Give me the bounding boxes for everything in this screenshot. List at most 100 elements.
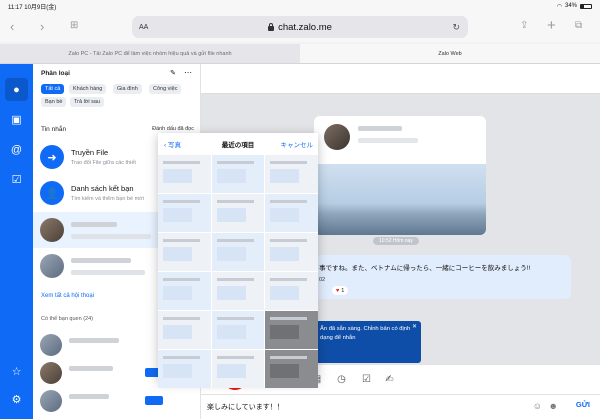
reader-options-button[interactable]: AA xyxy=(139,24,148,31)
draw-icon[interactable]: ✍ xyxy=(384,374,395,385)
star-icon[interactable]: ☆ xyxy=(5,360,28,383)
avatar xyxy=(40,362,62,384)
photo-thumbnail[interactable] xyxy=(265,311,318,349)
friend-list-avatar-icon: 👤 xyxy=(40,181,64,205)
photo-thumbnail[interactable] xyxy=(158,194,211,232)
reminder-icon[interactable]: ◷ xyxy=(336,374,347,385)
picker-back-button[interactable]: ‹ 写真 xyxy=(164,139,181,149)
tab-zalo-pc[interactable]: Zalo PC - Tải Zalo PC để làm việc nhóm h… xyxy=(0,44,300,63)
share-icon[interactable]: ⇪ xyxy=(520,21,528,31)
photo-thumbnail[interactable] xyxy=(211,194,265,232)
avatar xyxy=(324,124,350,150)
status-bar: 11:17 10月9日(金) ◠ 34% xyxy=(0,0,600,12)
message-input[interactable]: 楽しみにしています！！ xyxy=(207,402,284,412)
reaction-badge[interactable]: ♥ 1 xyxy=(332,286,349,295)
photo-thumbnail[interactable] xyxy=(211,272,265,310)
file-transfer-avatar-icon: ➜ xyxy=(40,145,64,169)
messages-title: Tin nhắn xyxy=(41,126,67,133)
blurred-preview xyxy=(71,270,145,275)
tabs-overview-icon[interactable]: ⧉ xyxy=(575,21,582,31)
lock-icon xyxy=(268,22,275,31)
tab-zalo-web[interactable]: Zalo Web xyxy=(300,44,600,63)
blurred-name xyxy=(71,222,117,227)
blurred-caption xyxy=(358,138,418,143)
heart-icon: ♥ xyxy=(336,287,340,294)
chip-family[interactable]: Gia đình xyxy=(113,84,142,94)
blurred-preview xyxy=(71,234,151,239)
photo-thumbnail[interactable] xyxy=(265,194,318,232)
contacts-icon[interactable]: ▣ xyxy=(5,108,28,131)
bookmarks-icon[interactable]: ⊞ xyxy=(70,21,78,31)
avatar xyxy=(40,218,64,242)
shared-photo[interactable] xyxy=(314,164,486,235)
back-icon[interactable]: ‹ xyxy=(10,20,14,33)
message-time: 02 xyxy=(319,277,326,283)
status-time: 11:17 10月9日(金) xyxy=(8,4,57,11)
chat-header xyxy=(201,64,600,94)
address-bar[interactable]: AA chat.zalo.me ↻ xyxy=(132,16,468,38)
chip-all[interactable]: Tất cả xyxy=(41,84,65,94)
browser-tabs: Zalo PC - Tải Zalo PC để làm việc nhóm h… xyxy=(0,44,600,64)
emoji-icon[interactable]: ☻ xyxy=(549,401,558,411)
send-button[interactable]: GỬI xyxy=(576,400,590,409)
category-title: Phân loại xyxy=(41,70,70,77)
close-icon[interactable]: ✕ xyxy=(412,323,417,332)
photo-thumbnail[interactable] xyxy=(211,350,265,388)
tooltip-popup: Ấn đã sẵn sàng. Chỉnh bản có định dạng đ… xyxy=(314,321,421,363)
picker-cancel-button[interactable]: キャンセル xyxy=(281,139,314,149)
message-bubble[interactable]: 事ですね。また、ベトナムに帰ったら、一緒にコーヒーを飲みましょう!! 02 ♥ 1 xyxy=(314,255,571,299)
photo-thumbnail[interactable] xyxy=(265,350,318,388)
photo-thumbnail[interactable] xyxy=(158,272,211,310)
conversation-preview: Tìm kiếm và thêm bạn bè mới xyxy=(71,196,144,202)
blurred-name xyxy=(71,258,131,263)
picker-header: 最近の項目 ‹ 写真 キャンセル xyxy=(158,133,318,155)
reload-icon[interactable]: ↻ xyxy=(452,22,460,33)
conversation-name: Truyền File xyxy=(71,148,109,157)
photo-thumbnail[interactable] xyxy=(265,155,318,193)
avatar xyxy=(40,254,64,278)
mark-read-link[interactable]: Đánh dấu đã đọc xyxy=(152,126,194,132)
emoji-icon[interactable]: ☺ xyxy=(533,401,542,411)
mention-icon[interactable]: @ xyxy=(5,138,28,161)
shared-post-card[interactable] xyxy=(314,116,486,235)
blurred-name xyxy=(358,126,402,131)
nav-rail: ● ▣ @ ☑ ☆ ⚙ xyxy=(0,64,33,419)
photo-thumbnail[interactable] xyxy=(158,350,211,388)
task-icon[interactable]: ☑ xyxy=(361,374,372,385)
photo-thumbnail[interactable] xyxy=(211,233,265,271)
browser-toolbar: ‹ › ⊞ AA chat.zalo.me ↻ ⇪ + ⧉ xyxy=(0,12,600,42)
more-icon[interactable]: ⋯ xyxy=(184,68,192,77)
chat-icon[interactable]: ● xyxy=(5,78,28,101)
photo-thumbnail[interactable] xyxy=(211,155,265,193)
chip-customers[interactable]: Khách hàng xyxy=(69,84,107,94)
see-all-conversations-link[interactable]: Xem tất cả hội thoại xyxy=(41,293,94,299)
photo-picker: 最近の項目 ‹ 写真 キャンセル xyxy=(158,133,318,388)
photo-thumbnail[interactable] xyxy=(265,272,318,310)
new-tab-icon[interactable]: + xyxy=(547,18,556,33)
photo-thumbnail[interactable] xyxy=(158,155,211,193)
forward-icon[interactable]: › xyxy=(40,20,44,33)
photo-thumbnail[interactable] xyxy=(265,233,318,271)
blurred-name xyxy=(69,338,119,343)
chip-friends[interactable]: Bạn bè xyxy=(41,97,67,107)
wifi-icon: ◠ xyxy=(556,3,562,10)
edit-category-icon[interactable]: ✎ xyxy=(170,69,176,77)
chip-work[interactable]: Công việc xyxy=(149,84,182,94)
photo-thumbnail[interactable] xyxy=(158,311,211,349)
chip-reply-later[interactable]: Trả lời sau xyxy=(70,97,105,107)
conversation-name: Danh sách kết bạn xyxy=(71,184,134,193)
compose-box[interactable]: 楽しみにしています！！ ☺ ☻ GỬI xyxy=(201,394,600,419)
photo-grid xyxy=(158,155,318,388)
message-text: 事ですね。また、ベトナムに帰ったら、一緒にコーヒーを飲みましょう!! xyxy=(319,265,531,272)
suggested-friend-item[interactable] xyxy=(33,388,200,414)
avatar xyxy=(40,334,62,356)
time-divider: 10:52 Hôm nay xyxy=(373,237,419,245)
settings-icon[interactable]: ⚙ xyxy=(5,388,28,411)
battery-percent: 34% xyxy=(564,3,577,9)
add-friend-button[interactable] xyxy=(145,396,163,405)
blurred-name xyxy=(69,366,113,371)
photo-thumbnail[interactable] xyxy=(158,233,211,271)
photo-thumbnail[interactable] xyxy=(211,311,265,349)
todo-icon[interactable]: ☑ xyxy=(5,168,28,191)
suggested-friends-title: Có thể bạn quen (24) xyxy=(41,316,93,322)
